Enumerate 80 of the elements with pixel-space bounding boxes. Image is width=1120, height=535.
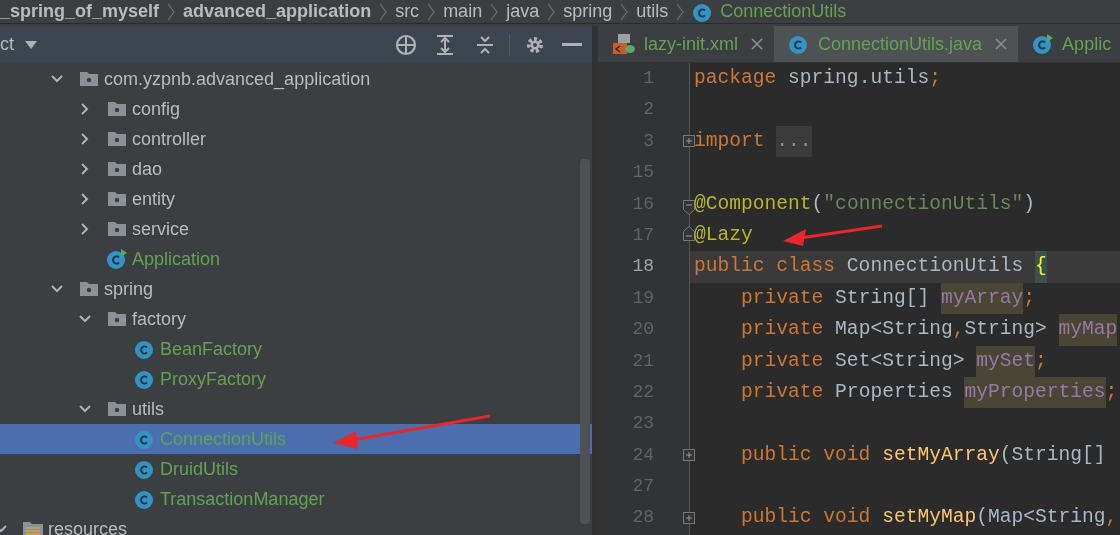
tree-item[interactable]: BeanFactory <box>0 334 592 364</box>
expand-all-icon[interactable] <box>435 33 455 56</box>
package-folder-icon <box>79 71 99 87</box>
tree-item[interactable]: ProxyFactory <box>0 364 592 394</box>
chevron-separator-icon <box>427 2 436 21</box>
tree-item[interactable]: controller <box>0 124 592 154</box>
tree-item[interactable]: TransactionManager <box>0 484 592 514</box>
editor-tab[interactable]: Applic <box>1018 26 1120 62</box>
breadcrumb-item[interactable]: src <box>395 0 420 25</box>
breadcrumb-item[interactable]: advanced_application <box>183 0 372 25</box>
class-icon <box>134 488 156 510</box>
collapse-fold-icon[interactable] <box>683 199 695 215</box>
tree-item[interactable]: entity <box>0 184 592 214</box>
runnable-class-icon <box>1032 33 1055 55</box>
class-icon <box>134 458 156 480</box>
line-number: 18 <box>632 255 654 279</box>
tree-item[interactable]: com.yzpnb.advanced_application <box>0 64 592 94</box>
breadcrumb-item[interactable]: _spring_of_myself <box>0 0 160 25</box>
code-line: import ... <box>694 125 812 158</box>
chevron-separator-icon <box>167 2 176 21</box>
code-line: private String[] myArray; <box>694 282 1035 315</box>
chevron-separator-icon <box>547 2 556 21</box>
breadcrumb-item[interactable]: utils <box>636 0 669 25</box>
scrollbar[interactable] <box>580 159 590 524</box>
tab-label: lazy-init.xml <box>644 32 738 56</box>
tree-item[interactable]: factory <box>0 304 592 334</box>
package-folder-icon <box>107 101 127 117</box>
class-icon <box>134 368 156 390</box>
tree-item[interactable]: resources <box>0 514 592 535</box>
package-folder-icon <box>107 311 127 327</box>
package-folder-icon <box>107 191 127 207</box>
dropdown-caret-icon[interactable] <box>24 39 38 50</box>
class-icon <box>788 33 810 55</box>
code-line: private Map<String,String> myMap <box>694 314 1118 346</box>
tree-item[interactable]: DruidUtils <box>0 454 592 484</box>
breadcrumb-item[interactable]: main <box>443 0 483 25</box>
fold-end-icon[interactable] <box>683 226 695 242</box>
package-folder-icon <box>107 221 127 237</box>
breadcrumb-item[interactable]: ConnectionUtils <box>692 0 847 25</box>
tab-label: ConnectionUtils.java <box>818 32 983 56</box>
panel-title[interactable]: ct <box>0 31 14 58</box>
package-folder-icon <box>107 131 127 147</box>
chevron-separator-icon <box>620 2 629 21</box>
minimize-icon[interactable] <box>562 42 582 47</box>
code-line: public class ConnectionUtils { <box>694 251 1047 283</box>
expand-fold-icon[interactable] <box>683 512 695 525</box>
code-line: @Component("connectionUtils") <box>694 191 1035 217</box>
package-folder-icon <box>107 161 127 177</box>
code-line: private Properties myProperties; <box>694 376 1118 409</box>
xml-file-icon <box>612 33 636 55</box>
chevron-separator-icon <box>490 2 499 21</box>
expand-fold-icon[interactable] <box>683 449 695 462</box>
crosshair-icon[interactable] <box>395 33 417 56</box>
breadcrumb-item[interactable]: spring <box>563 0 613 25</box>
close-icon[interactable] <box>994 37 1009 51</box>
runnable-class-icon <box>106 248 128 270</box>
expand-fold-icon[interactable] <box>683 135 695 148</box>
tree-item[interactable]: spring <box>0 274 592 304</box>
class-icon <box>134 428 156 450</box>
chevron-separator-icon <box>379 2 388 21</box>
tree-item[interactable]: config <box>0 94 592 124</box>
code-line: @Lazy <box>694 222 753 248</box>
resources-folder-icon <box>22 520 44 535</box>
tree-item[interactable]: Application <box>0 244 592 274</box>
close-icon[interactable] <box>750 37 764 51</box>
chevron-separator-icon <box>676 2 685 21</box>
tab-label: Applic <box>1062 32 1112 56</box>
code-line: public void setMyArray(String[] <box>740 442 1106 468</box>
editor-tab[interactable]: lazy-init.xml <box>598 26 774 62</box>
code-line: public void setMyMap(Map<String, <box>740 505 1118 531</box>
class-icon <box>134 338 156 360</box>
collapse-all-icon[interactable] <box>475 33 495 56</box>
tree-item[interactable]: utils <box>0 394 592 424</box>
tree-item[interactable]: service <box>0 214 592 244</box>
package-folder-icon <box>79 281 99 297</box>
tree-item[interactable]: dao <box>0 154 592 184</box>
code-line: private Set<String> mySet; <box>694 345 1047 377</box>
code-line: package spring.utils; <box>694 66 941 91</box>
package-folder-icon <box>107 401 127 417</box>
breadcrumb-item[interactable]: java <box>506 0 540 25</box>
